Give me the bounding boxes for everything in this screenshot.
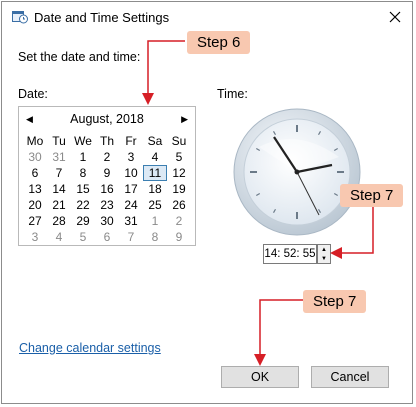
calendar-day[interactable]: 2 <box>167 213 191 229</box>
spin-down-icon[interactable]: ▼ <box>318 254 330 263</box>
calendar-day[interactable]: 30 <box>95 213 119 229</box>
weekday-header: Fr <box>125 134 137 148</box>
calendar-day[interactable]: 1 <box>143 213 167 229</box>
calendar-day[interactable]: 31 <box>47 149 71 165</box>
chevron-right-icon[interactable]: ▶ <box>181 114 188 125</box>
step-6-callout: Step 6 <box>187 31 251 54</box>
calendar-day[interactable]: 6 <box>95 229 119 245</box>
step-7-time-callout: Step 7 <box>340 184 404 207</box>
cancel-button[interactable]: Cancel <box>311 366 389 388</box>
calendar-day[interactable]: 2 <box>95 149 119 165</box>
weekday-header: Tu <box>52 134 66 148</box>
calendar-day[interactable]: 17 <box>119 181 143 197</box>
calendar-day[interactable]: 3 <box>23 229 47 245</box>
analog-clock <box>233 108 361 236</box>
calendar-day[interactable]: 22 <box>71 197 95 213</box>
weekday-header: Sa <box>147 134 163 148</box>
weekday-header: Su <box>171 134 187 148</box>
weekday-header: Th <box>99 134 114 148</box>
calendar-day[interactable]: 21 <box>47 197 71 213</box>
calendar-day[interactable]: 3 <box>119 149 143 165</box>
calendar-day[interactable]: 7 <box>119 229 143 245</box>
calendar-day[interactable]: 31 <box>119 213 143 229</box>
step-7-ok-callout: Step 7 <box>303 290 367 313</box>
calendar-day[interactable]: 23 <box>95 197 119 213</box>
close-button[interactable] <box>384 6 406 28</box>
calendar-day[interactable]: 13 <box>23 181 47 197</box>
calendar-day[interactable]: 15 <box>71 181 95 197</box>
window-title: Date and Time Settings <box>34 10 170 25</box>
calendar-day[interactable]: 9 <box>167 229 191 245</box>
calendar-day[interactable]: 16 <box>95 181 119 197</box>
calendar-grid: Mo Tu We Th Fr Sa Su 30 31 1 2 3 4 5 6 7 8 9 10 11 12 13 14 15 1… <box>23 133 191 245</box>
calendar-day[interactable]: 25 <box>143 197 167 213</box>
calendar-day[interactable]: 30 <box>23 149 47 165</box>
calendar-day[interactable]: 29 <box>71 213 95 229</box>
calendar-day[interactable]: 10 <box>119 165 143 181</box>
calendar-month-year[interactable]: August, 2018 <box>19 112 195 126</box>
time-label: Time: <box>217 87 248 101</box>
calendar-day[interactable]: 26 <box>167 197 191 213</box>
calendar-day[interactable]: 28 <box>47 213 71 229</box>
calendar-day[interactable]: 19 <box>167 181 191 197</box>
calendar-day[interactable]: 20 <box>23 197 47 213</box>
calendar-day[interactable]: 7 <box>47 165 71 181</box>
calendar-day[interactable]: 8 <box>143 229 167 245</box>
calendar-day[interactable]: 4 <box>47 229 71 245</box>
close-icon <box>389 11 401 23</box>
calendar-day[interactable]: 12 <box>167 165 191 181</box>
title-bar: Date and Time Settings <box>2 2 412 32</box>
time-spinner[interactable]: ▲ ▼ <box>317 244 331 264</box>
calendar-day[interactable]: 18 <box>143 181 167 197</box>
calendar-day[interactable]: 27 <box>23 213 47 229</box>
calendar-day[interactable]: 14 <box>47 181 71 197</box>
calendar-day[interactable]: 5 <box>71 229 95 245</box>
date-label: Date: <box>18 87 48 101</box>
calendar-day[interactable]: 6 <box>23 165 47 181</box>
calendar-day[interactable]: 24 <box>119 197 143 213</box>
ok-button[interactable]: OK <box>221 366 299 388</box>
calendar-day[interactable]: 11 <box>143 165 167 181</box>
calendar-clock-icon <box>12 10 28 24</box>
calendar: ◀ August, 2018 ▶ Mo Tu We Th Fr Sa Su 30 31 1 2 3 4 5… <box>18 106 196 246</box>
weekday-header: We <box>74 134 92 148</box>
prompt-label: Set the date and time: <box>18 50 141 64</box>
change-calendar-settings-link[interactable]: Change calendar settings <box>19 341 161 355</box>
calendar-day[interactable]: 8 <box>71 165 95 181</box>
time-input[interactable]: 14: 52: 55 <box>263 244 317 264</box>
calendar-day[interactable]: 4 <box>143 149 167 165</box>
calendar-day[interactable]: 1 <box>71 149 95 165</box>
spin-up-icon[interactable]: ▲ <box>318 245 330 254</box>
calendar-day[interactable]: 5 <box>167 149 191 165</box>
weekday-header: Mo <box>26 134 44 148</box>
calendar-day[interactable]: 9 <box>95 165 119 181</box>
